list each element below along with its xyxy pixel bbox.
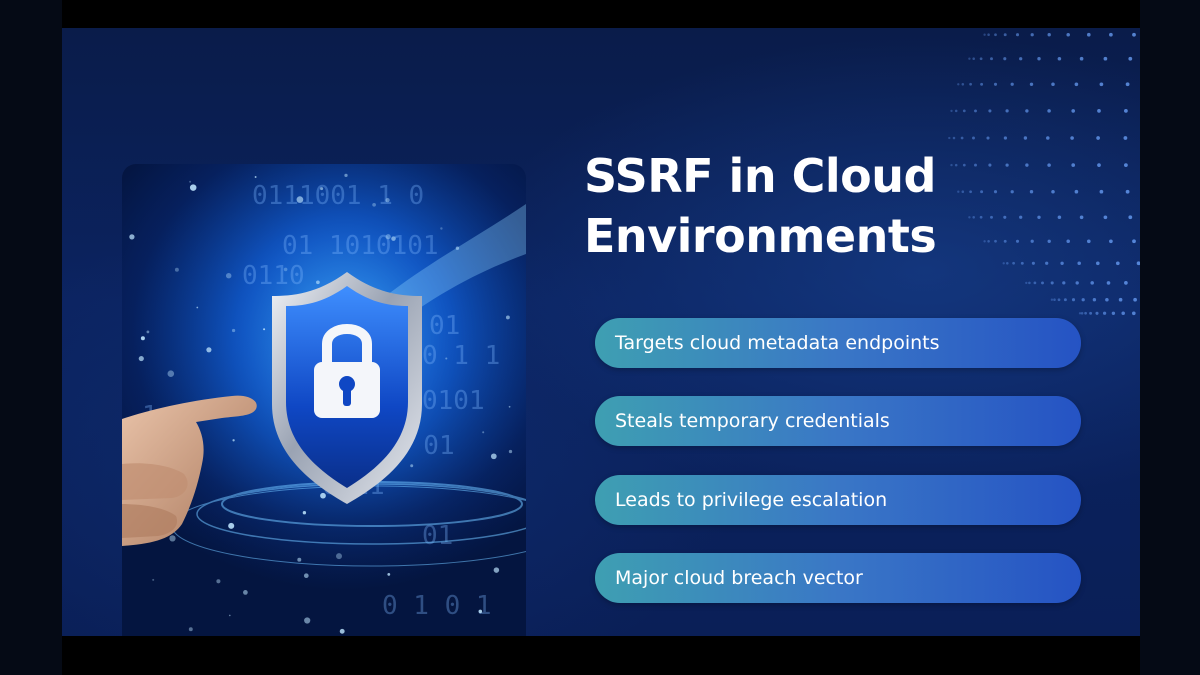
letterbox-right: [1140, 0, 1200, 675]
slide-title-line-2: Environments: [584, 209, 937, 263]
bullet-item: Targets cloud metadata endpoints: [595, 318, 1081, 368]
svg-text:0110: 0110: [242, 261, 305, 291]
svg-text:0 1 0 1: 0 1 0 1: [382, 591, 492, 621]
letterbox-left: [0, 0, 62, 675]
slide-title: SSRF in Cloud Environments: [584, 146, 1104, 266]
svg-text:0 1 1: 0 1 1: [422, 341, 500, 371]
svg-text:0101: 0101: [422, 386, 485, 416]
letterbox-top: [62, 0, 1140, 28]
bullet-item: Leads to privilege escalation: [595, 475, 1081, 525]
letterbox-bottom: [62, 636, 1140, 675]
svg-text:01 1010101: 01 1010101: [282, 231, 439, 261]
hero-image: 0111001 1 0 01 1010101 0110 01 01 0 1 1 …: [122, 164, 526, 636]
bullet-item: Steals temporary credentials: [595, 396, 1081, 446]
slide-title-line-1: SSRF in Cloud: [584, 149, 936, 203]
presentation-slide: 0111001 1 0 01 1010101 0110 01 01 0 1 1 …: [62, 28, 1140, 636]
bullet-list: Targets cloud metadata endpoints Steals …: [595, 318, 1081, 631]
svg-text:0111001 1 0: 0111001 1 0: [252, 181, 424, 211]
video-frame: 0111001 1 0 01 1010101 0110 01 01 0 1 1 …: [0, 0, 1200, 675]
bullet-item: Major cloud breach vector: [595, 553, 1081, 603]
